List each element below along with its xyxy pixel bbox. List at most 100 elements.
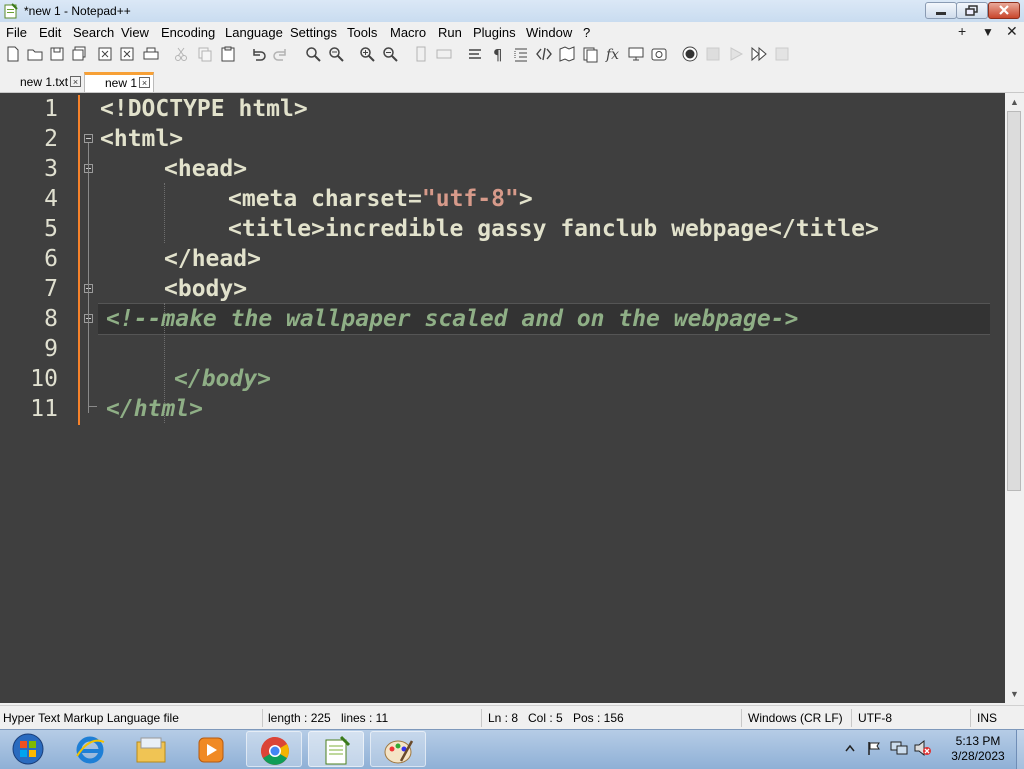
network-icon[interactable] xyxy=(890,740,908,756)
menu-search[interactable]: Search xyxy=(73,25,114,40)
start-button[interactable] xyxy=(0,731,56,767)
save-icon[interactable] xyxy=(48,45,66,63)
meta-tag-close: > xyxy=(518,186,533,212)
play-macro-icon[interactable] xyxy=(727,45,745,63)
window-title: *new 1 - Notepad++ xyxy=(24,4,131,18)
menu-bar: File Edit Search View Encoding Language … xyxy=(0,22,1024,42)
line-number: 4 xyxy=(44,186,58,212)
new-tab-plus-icon[interactable]: + xyxy=(958,23,966,39)
code-line-3: <head> xyxy=(164,156,248,182)
taskbar-notepad-plus-plus[interactable] xyxy=(308,731,364,767)
taskbar-chrome[interactable] xyxy=(246,731,302,767)
fold-toggle-icon[interactable] xyxy=(84,134,93,143)
close-all-icon[interactable] xyxy=(118,45,136,63)
close-document-icon[interactable]: ✕ xyxy=(1006,23,1018,40)
code-line-2: <html> xyxy=(100,126,184,152)
code-line-11: </html> xyxy=(106,396,203,422)
code-line-4: <meta charset="utf-8"> xyxy=(228,186,533,212)
monitor-icon[interactable] xyxy=(627,45,645,63)
function-icon[interactable]: fx xyxy=(604,45,622,63)
tab-list-dropdown-icon[interactable]: ▼ xyxy=(982,25,994,39)
system-clock[interactable]: 5:13 PM 3/28/2023 xyxy=(938,734,1018,764)
toolbar: ¶ fx xyxy=(0,42,1024,66)
menu-window[interactable]: Window xyxy=(526,25,572,40)
copy-icon[interactable] xyxy=(196,45,214,63)
status-encoding[interactable]: UTF-8 xyxy=(858,711,892,725)
print-icon[interactable] xyxy=(142,45,160,63)
sync-vertical-icon[interactable] xyxy=(412,45,430,63)
clock-date: 3/28/2023 xyxy=(951,749,1005,763)
restore-button[interactable] xyxy=(956,2,988,19)
svg-text:¶: ¶ xyxy=(493,46,503,63)
notepad-plus-plus-icon xyxy=(325,735,351,765)
find-icon[interactable] xyxy=(304,45,322,63)
sync-horizontal-icon[interactable] xyxy=(435,45,453,63)
code-editor[interactable]: 1 2 3 4 5 6 7 8 9 10 11 <!DOCTYPE html> … xyxy=(0,93,1024,703)
menu-plugins[interactable]: Plugins xyxy=(473,25,516,40)
meta-tag-open: <meta charset= xyxy=(228,186,422,212)
word-wrap-icon[interactable] xyxy=(466,45,484,63)
vertical-scrollbar[interactable]: ▲ ▼ xyxy=(1005,93,1024,703)
menu-view[interactable]: View xyxy=(121,25,149,40)
record-macro-icon[interactable] xyxy=(681,45,699,63)
open-file-icon[interactable] xyxy=(26,45,44,63)
status-eol[interactable]: Windows (CR LF) xyxy=(748,711,843,725)
save-macro-icon[interactable] xyxy=(773,45,791,63)
menu-edit[interactable]: Edit xyxy=(39,25,61,40)
folder-workspace-icon[interactable] xyxy=(650,45,668,63)
code-line-8: <!--make the wallpaper scaled and on the… xyxy=(106,306,799,332)
show-desktop-button[interactable] xyxy=(1016,730,1024,769)
menu-tools[interactable]: Tools xyxy=(347,25,377,40)
status-lines: lines : 11 xyxy=(341,711,389,725)
scroll-down-icon[interactable]: ▼ xyxy=(1010,689,1019,699)
show-hidden-icons-icon[interactable] xyxy=(845,743,855,753)
line-number-gutter: 1 2 3 4 5 6 7 8 9 10 11 xyxy=(0,93,80,703)
tab-close-icon[interactable]: × xyxy=(139,77,150,88)
close-window-button[interactable] xyxy=(988,2,1020,19)
tab-new-1-txt[interactable]: new 1.txt × xyxy=(0,72,84,92)
new-file-icon[interactable] xyxy=(4,45,22,63)
stop-record-icon[interactable] xyxy=(704,45,722,63)
tab-label: new 1 xyxy=(105,76,138,90)
menu-encoding[interactable]: Encoding xyxy=(161,25,215,40)
menu-macro[interactable]: Macro xyxy=(390,25,426,40)
taskbar-file-explorer[interactable] xyxy=(123,731,179,767)
menu-settings[interactable]: Settings xyxy=(290,25,337,40)
function-list-icon[interactable] xyxy=(581,45,599,63)
menu-language[interactable]: Language xyxy=(225,25,283,40)
volume-muted-icon[interactable] xyxy=(913,739,931,757)
paste-icon[interactable] xyxy=(219,45,237,63)
redo-icon[interactable] xyxy=(272,45,290,63)
run-macro-multiple-icon[interactable] xyxy=(750,45,768,63)
scroll-up-icon[interactable]: ▲ xyxy=(1010,97,1019,107)
status-column: Col : 5 xyxy=(528,711,563,725)
undo-icon[interactable] xyxy=(249,45,267,63)
show-all-chars-icon[interactable]: ¶ xyxy=(489,45,507,63)
close-icon[interactable] xyxy=(96,45,114,63)
indent-guide xyxy=(164,183,165,243)
document-map-icon[interactable] xyxy=(558,45,576,63)
save-all-icon[interactable] xyxy=(70,45,88,63)
chrome-icon xyxy=(261,737,289,765)
line-number: 9 xyxy=(44,336,58,362)
tab-close-icon[interactable]: × xyxy=(70,76,81,87)
taskbar-internet-explorer[interactable] xyxy=(62,731,118,767)
minimize-button[interactable] xyxy=(925,2,957,19)
scrollbar-thumb[interactable] xyxy=(1007,111,1021,491)
replace-icon[interactable] xyxy=(327,45,345,63)
zoom-out-icon[interactable] xyxy=(381,45,399,63)
status-line: Ln : 8 xyxy=(488,711,519,725)
menu-file[interactable]: File xyxy=(6,25,27,40)
indent-guide-icon[interactable] xyxy=(512,45,530,63)
flag-icon[interactable] xyxy=(866,740,882,756)
cut-icon[interactable] xyxy=(172,45,190,63)
taskbar: 5:13 PM 3/28/2023 xyxy=(0,729,1024,769)
xml-tag-icon[interactable] xyxy=(535,45,553,63)
tab-new-1[interactable]: new 1 × xyxy=(84,72,154,92)
taskbar-media-player[interactable] xyxy=(183,731,239,767)
zoom-in-icon[interactable] xyxy=(358,45,376,63)
menu-run[interactable]: Run xyxy=(438,25,462,40)
taskbar-paint[interactable] xyxy=(370,731,426,767)
menu-help[interactable]: ? xyxy=(583,25,590,40)
title-bar: *new 1 - Notepad++ xyxy=(0,0,1024,23)
